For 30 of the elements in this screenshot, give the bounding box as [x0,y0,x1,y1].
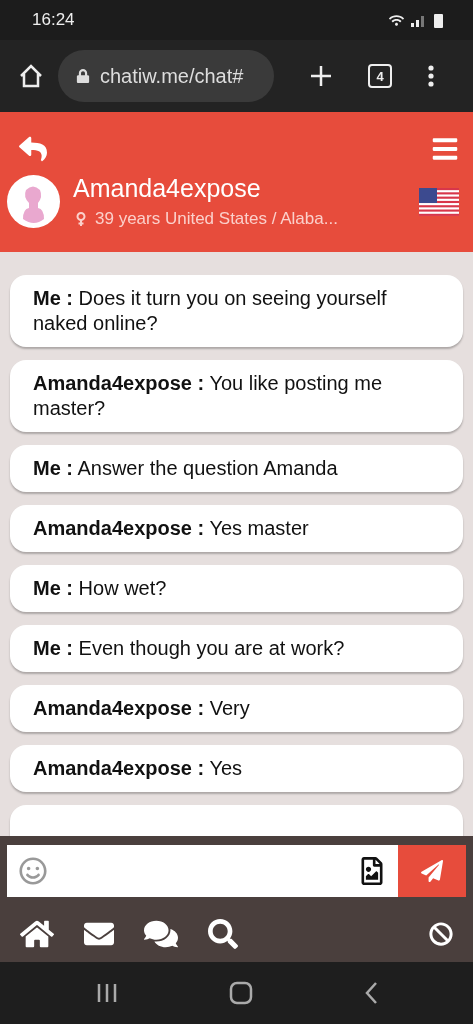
chat-message: Me : Even though you are at work? [10,625,463,672]
profile-details: 39 years United States / Alaba... [95,209,338,229]
chat-message: Amanda4expose : Yes master [10,505,463,552]
tab-count[interactable]: 4 [368,64,392,88]
message-field[interactable] [7,844,398,897]
lock-icon [76,69,90,83]
send-icon [421,859,443,882]
chat-message: Me : How wet? [10,565,463,612]
profile-name: Amanda4expose [73,174,262,203]
send-button[interactable] [398,844,466,897]
chat-message: Amanda4expose : Very [10,685,463,732]
search-icon[interactable] [208,918,238,949]
new-tab-icon[interactable] [310,65,332,87]
emoji-icon[interactable] [19,856,47,885]
clock: 16:24 [32,10,75,30]
home-icon[interactable] [228,981,253,1005]
recent-apps-icon[interactable] [95,982,118,1004]
chat-message: Amanda4expose : Yes [10,745,463,792]
chat-message: Me : Answer the question Amanda [10,445,463,492]
block-icon[interactable] [429,921,453,946]
back-icon[interactable] [363,981,378,1005]
menu-icon[interactable] [428,65,434,87]
chat-message: Me : Does it turn you on seeing yourself naked online? [10,275,463,347]
battery-icon [434,12,443,28]
flag-icon [419,187,459,216]
chat-message: Amanda4expose : You like posting me master? [10,360,463,432]
back-icon[interactable] [19,135,47,163]
wifi-icon [389,12,404,28]
avatar [7,175,60,228]
address-bar[interactable]: chatiw.me/chat# [58,50,274,102]
